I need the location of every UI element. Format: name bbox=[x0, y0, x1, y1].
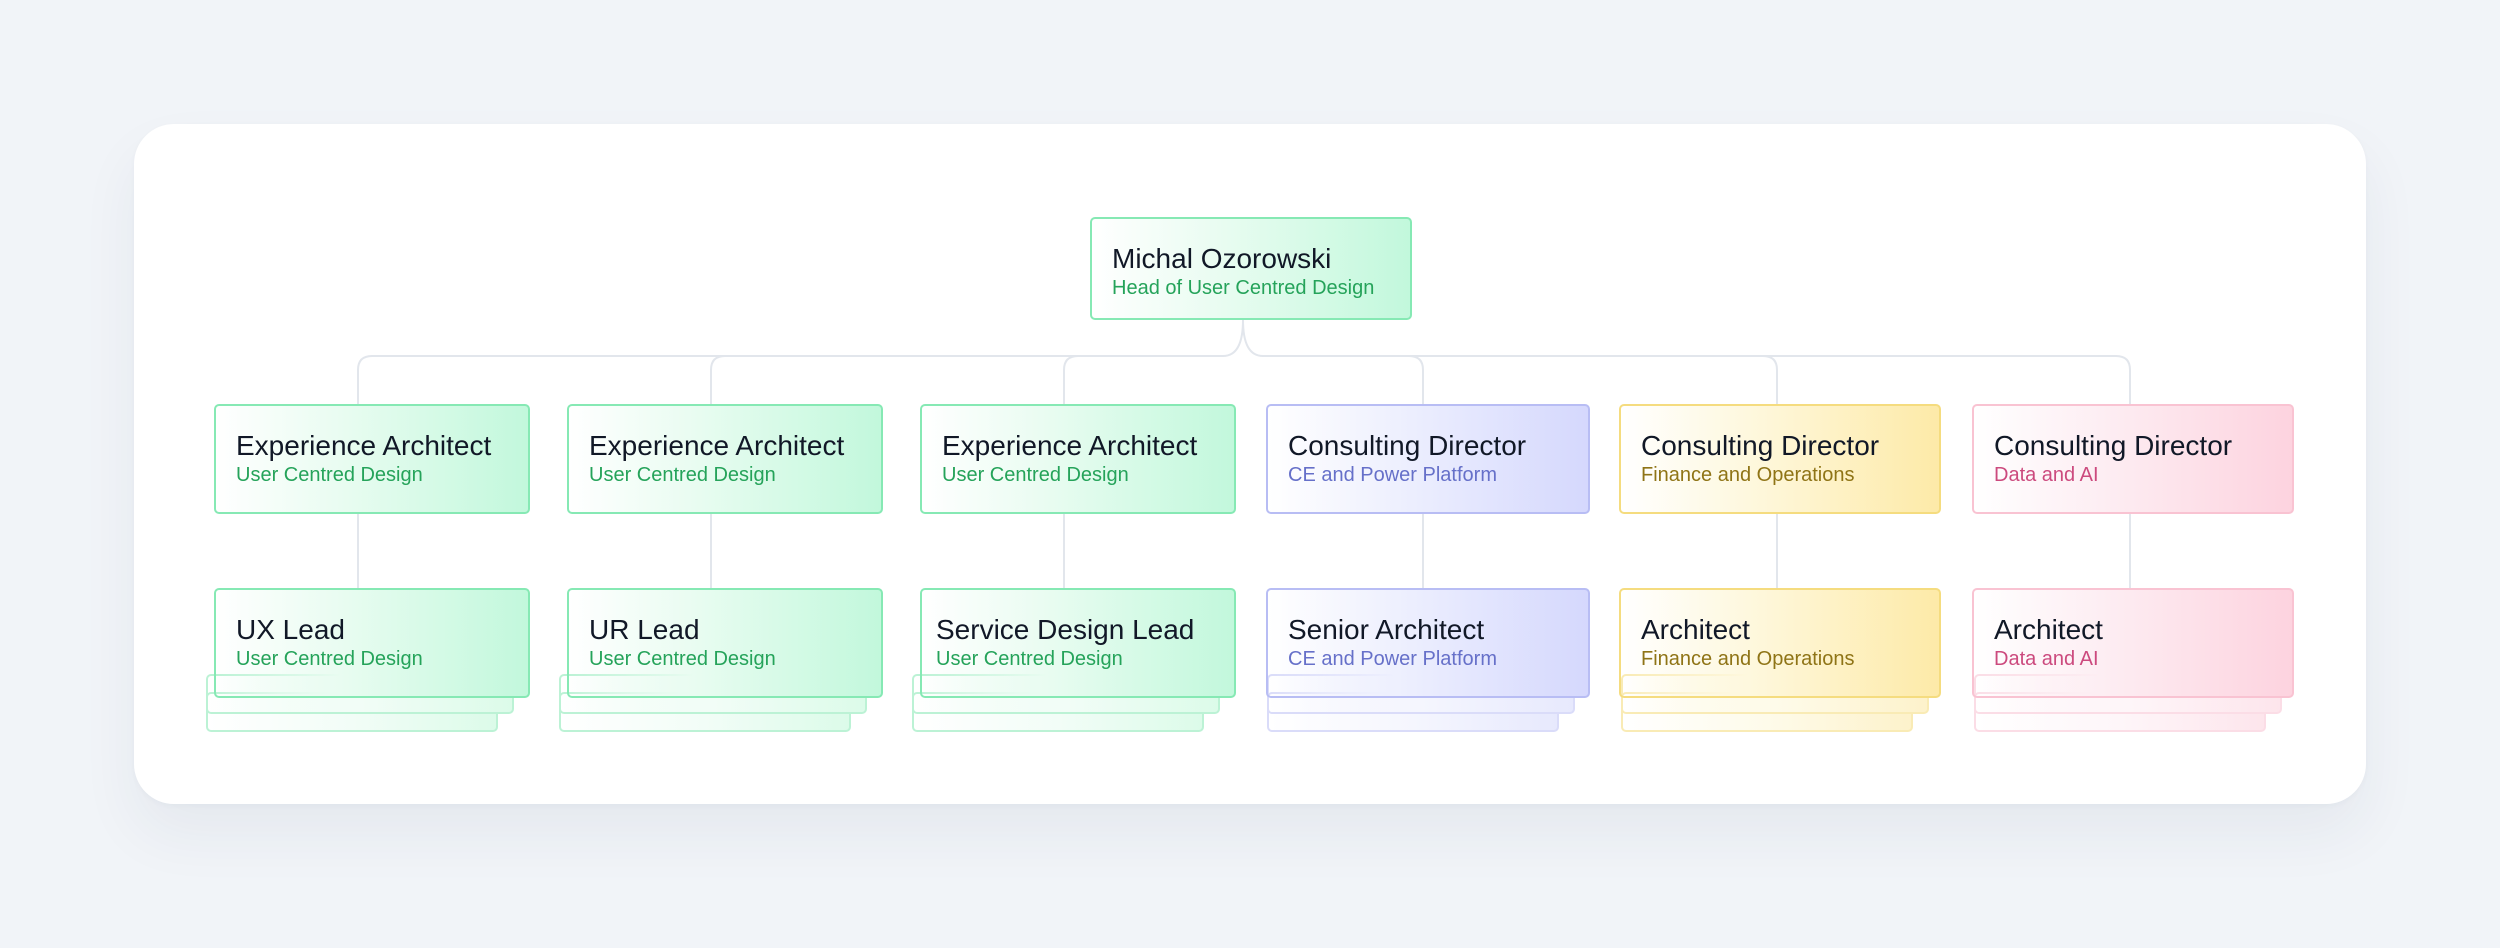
director-node[interactable]: Experience Architect User Centred Design bbox=[214, 404, 530, 514]
lead-unit: User Centred Design bbox=[936, 648, 1123, 670]
lead-unit: Finance and Operations bbox=[1641, 648, 1855, 670]
lead-unit: User Centred Design bbox=[236, 648, 423, 670]
head-name: Michal Ozorowski bbox=[1112, 243, 1332, 274]
director-unit: CE and Power Platform bbox=[1288, 464, 1497, 486]
lead-node[interactable]: Senior Architect CE and Power Platform bbox=[1266, 588, 1590, 698]
lead-node[interactable]: Architect Finance and Operations bbox=[1619, 588, 1941, 698]
head-node[interactable]: Michal Ozorowski Head of User Centred De… bbox=[1090, 217, 1412, 320]
director-title: Consulting Director bbox=[1994, 430, 2233, 461]
lead-node[interactable]: Service Design Lead User Centred Design bbox=[920, 588, 1236, 698]
director-node[interactable]: Consulting Director Finance and Operatio… bbox=[1619, 404, 1941, 514]
director-unit: User Centred Design bbox=[942, 464, 1129, 486]
director-title: Experience Architect bbox=[236, 430, 492, 461]
director-unit: User Centred Design bbox=[589, 464, 776, 486]
lead-title: Architect bbox=[1994, 614, 2103, 645]
director-node[interactable]: Experience Architect User Centred Design bbox=[567, 404, 883, 514]
lead-title: Architect bbox=[1641, 614, 1750, 645]
lead-unit: Data and AI bbox=[1994, 648, 2099, 670]
lead-title: Service Design Lead bbox=[936, 614, 1195, 645]
lead-node[interactable]: UX Lead User Centred Design bbox=[214, 588, 530, 698]
lead-title: UX Lead bbox=[236, 614, 345, 645]
director-title: Consulting Director bbox=[1288, 430, 1527, 461]
lead-unit: CE and Power Platform bbox=[1288, 648, 1497, 670]
director-title: Experience Architect bbox=[942, 430, 1198, 461]
lead-title: Senior Architect bbox=[1288, 614, 1485, 645]
director-node[interactable]: Consulting Director Data and AI bbox=[1972, 404, 2294, 514]
lead-node[interactable]: UR Lead User Centred Design bbox=[567, 588, 883, 698]
director-node[interactable]: Experience Architect User Centred Design bbox=[920, 404, 1236, 514]
director-unit: Finance and Operations bbox=[1641, 464, 1855, 486]
lead-title: UR Lead bbox=[589, 614, 700, 645]
lead-node[interactable]: Architect Data and AI bbox=[1972, 588, 2294, 698]
head-role: Head of User Centred Design bbox=[1112, 277, 1375, 299]
director-node[interactable]: Consulting Director CE and Power Platfor… bbox=[1266, 404, 1590, 514]
director-title: Consulting Director bbox=[1641, 430, 1880, 461]
director-unit: User Centred Design bbox=[236, 464, 423, 486]
director-unit: Data and AI bbox=[1994, 464, 2099, 486]
director-title: Experience Architect bbox=[589, 430, 845, 461]
lead-unit: User Centred Design bbox=[589, 648, 776, 670]
